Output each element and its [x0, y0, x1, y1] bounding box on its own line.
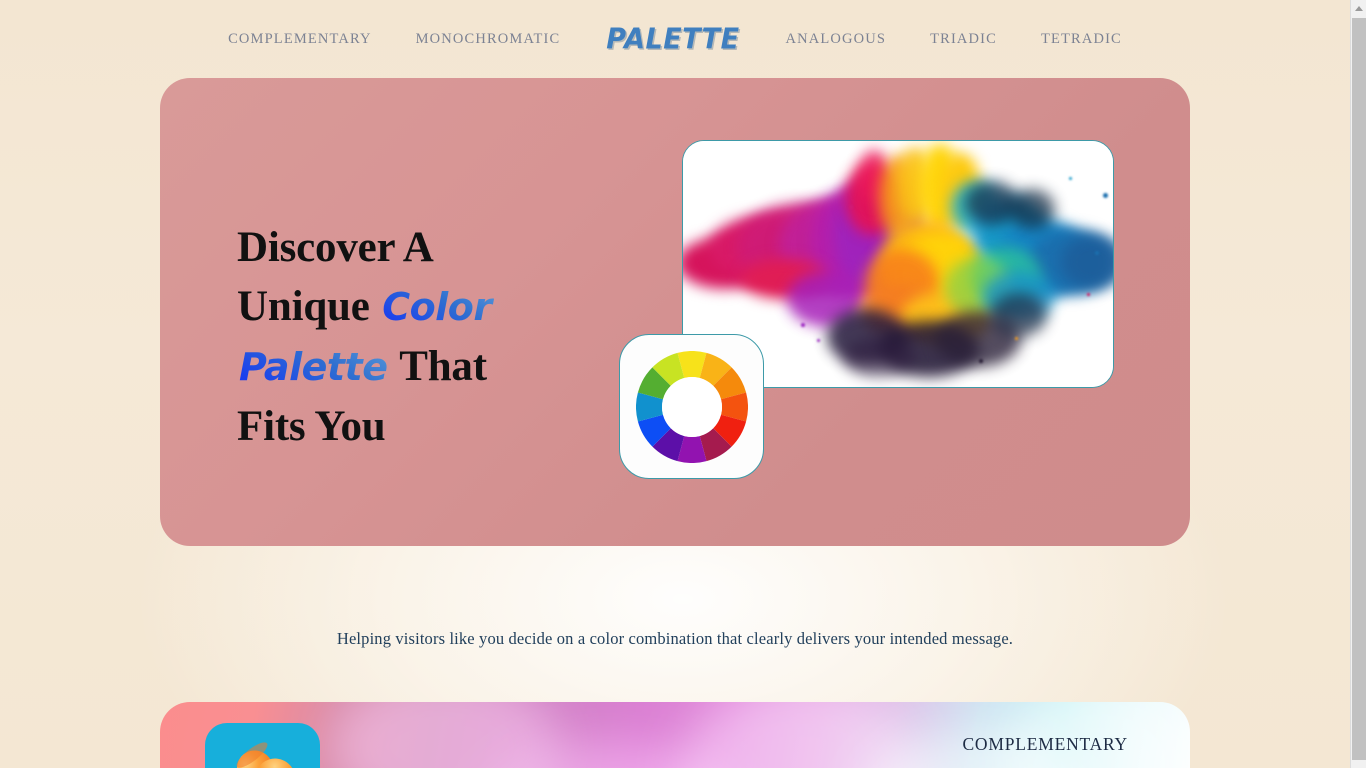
hero-subtitle: Helping visitors like you decide on a co…	[336, 628, 1014, 648]
hero-heading: Discover A Unique Color Palette That Fit…	[237, 218, 657, 456]
hero-accent-color: Color	[382, 285, 492, 329]
nav-link-triadic[interactable]: TRIADIC	[908, 31, 1019, 48]
orange-slices-thumbnail[interactable]	[205, 723, 320, 768]
scrollbar-thumb[interactable]	[1352, 18, 1366, 760]
bottom-section-label: COMPLEMENTARY	[962, 734, 1128, 754]
complementary-section-card: COMPLEMENTARY	[160, 702, 1190, 768]
hero-line2-plain: Unique	[237, 283, 381, 330]
hero-line3-plain: That	[389, 343, 487, 390]
hero-heading-line-4: Fits You	[237, 403, 386, 450]
page-root: COMPLEMENTARY MONOCHROMATIC PALETTE ANAL…	[0, 0, 1350, 768]
hero-heading-line-1: Discover A	[237, 224, 434, 271]
brand-logo[interactable]: PALETTE	[582, 23, 763, 56]
hero-section: Discover A Unique Color Palette That Fit…	[160, 78, 1190, 546]
nav-link-complementary[interactable]: COMPLEMENTARY	[206, 31, 394, 48]
vertical-scrollbar[interactable]	[1350, 0, 1366, 768]
color-wheel-icon	[635, 350, 748, 463]
scroll-up-arrow-icon[interactable]	[1351, 0, 1366, 17]
nav-link-monochromatic[interactable]: MONOCHROMATIC	[394, 31, 583, 48]
hero-heading-line-3: Palette That	[237, 337, 657, 397]
hero-heading-line-2: Unique Color	[237, 277, 657, 337]
top-navigation: COMPLEMENTARY MONOCHROMATIC PALETTE ANAL…	[0, 0, 1350, 78]
nav-link-analogous[interactable]: ANALOGOUS	[764, 31, 909, 48]
color-wheel-card[interactable]	[619, 334, 764, 479]
nav-link-tetradic[interactable]: TETRADIC	[1019, 31, 1144, 48]
hero-accent-palette: Palette	[239, 345, 388, 389]
triangle-up-icon	[1354, 6, 1363, 11]
